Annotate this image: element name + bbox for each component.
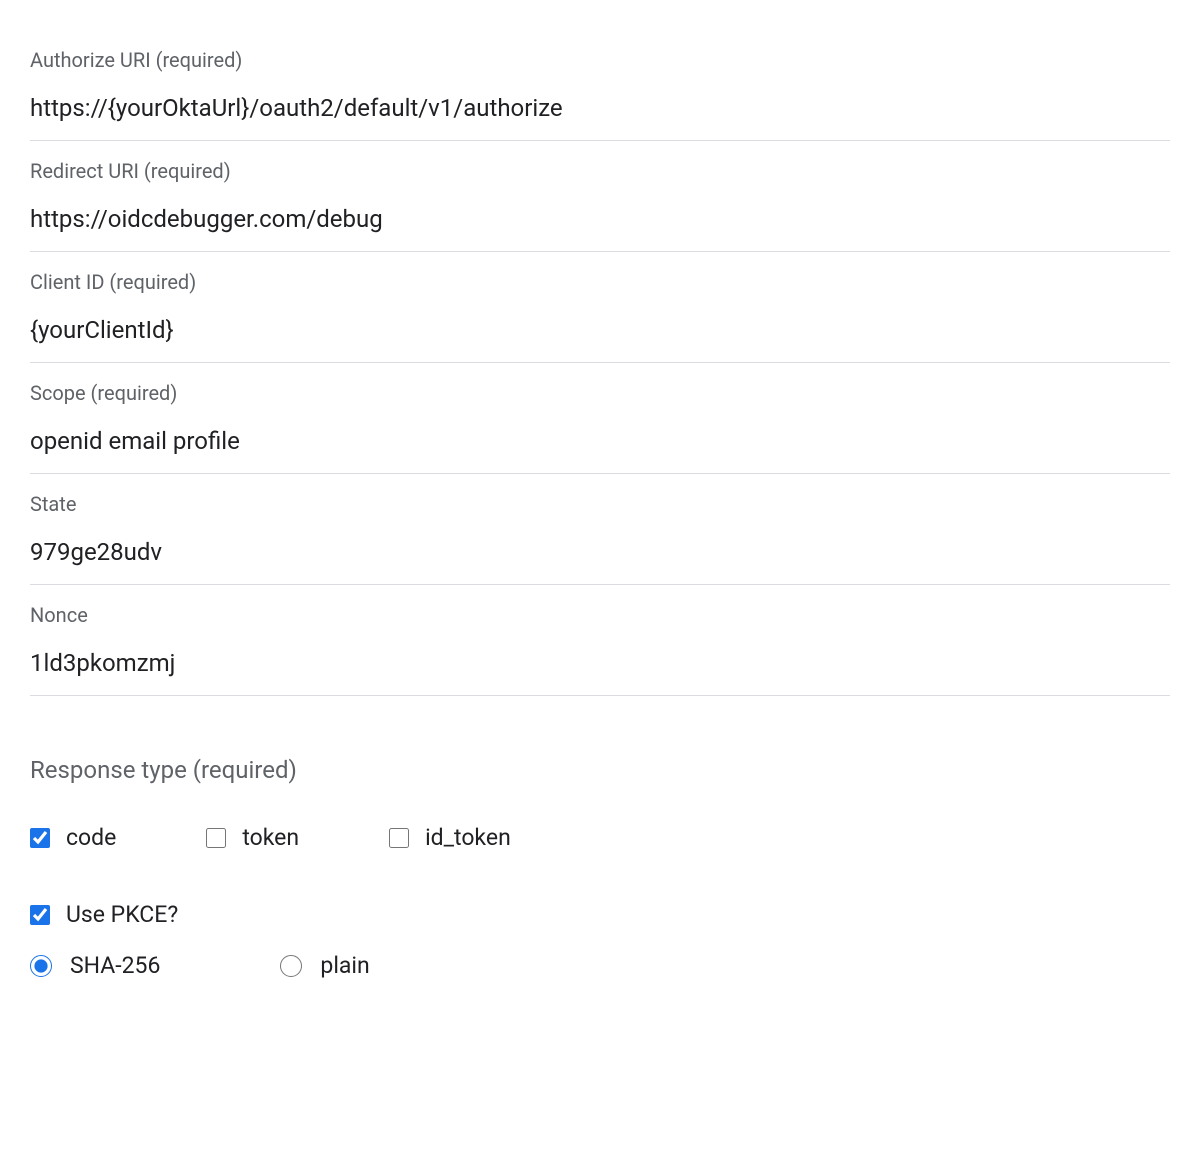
pkce-sha256-item: SHA-256 bbox=[30, 952, 160, 979]
response-type-token-checkbox[interactable] bbox=[206, 828, 226, 848]
state-field: State bbox=[30, 474, 1170, 585]
nonce-label: Nonce bbox=[30, 603, 1170, 627]
pkce-sha256-radio[interactable] bbox=[30, 955, 52, 977]
nonce-input[interactable] bbox=[30, 649, 1170, 677]
authorize-uri-field: Authorize URI (required) bbox=[30, 30, 1170, 141]
response-type-code-item: code bbox=[30, 824, 116, 851]
authorize-uri-label: Authorize URI (required) bbox=[30, 48, 1170, 72]
redirect-uri-label: Redirect URI (required) bbox=[30, 159, 1170, 183]
state-input[interactable] bbox=[30, 538, 1170, 566]
scope-input[interactable] bbox=[30, 427, 1170, 455]
pkce-plain-label[interactable]: plain bbox=[320, 952, 369, 979]
response-type-options: code token id_token bbox=[30, 824, 1170, 851]
pkce-method-options: SHA-256 plain bbox=[30, 952, 1170, 979]
response-type-code-checkbox[interactable] bbox=[30, 828, 50, 848]
client-id-input[interactable] bbox=[30, 316, 1170, 344]
response-type-heading: Response type (required) bbox=[30, 756, 1170, 784]
use-pkce-label[interactable]: Use PKCE? bbox=[66, 901, 178, 928]
use-pkce-row: Use PKCE? bbox=[30, 901, 1170, 928]
redirect-uri-input[interactable] bbox=[30, 205, 1170, 233]
response-type-token-label[interactable]: token bbox=[242, 824, 299, 851]
redirect-uri-field: Redirect URI (required) bbox=[30, 141, 1170, 252]
use-pkce-checkbox[interactable] bbox=[30, 905, 50, 925]
pkce-plain-item: plain bbox=[280, 952, 369, 979]
pkce-plain-radio[interactable] bbox=[280, 955, 302, 977]
scope-field: Scope (required) bbox=[30, 363, 1170, 474]
pkce-section: Use PKCE? SHA-256 plain bbox=[30, 901, 1170, 979]
client-id-label: Client ID (required) bbox=[30, 270, 1170, 294]
response-type-idtoken-label[interactable]: id_token bbox=[425, 824, 511, 851]
nonce-field: Nonce bbox=[30, 585, 1170, 696]
scope-label: Scope (required) bbox=[30, 381, 1170, 405]
response-type-idtoken-item: id_token bbox=[389, 824, 511, 851]
authorize-uri-input[interactable] bbox=[30, 94, 1170, 122]
response-type-token-item: token bbox=[206, 824, 299, 851]
response-type-code-label[interactable]: code bbox=[66, 824, 116, 851]
response-type-idtoken-checkbox[interactable] bbox=[389, 828, 409, 848]
client-id-field: Client ID (required) bbox=[30, 252, 1170, 363]
state-label: State bbox=[30, 492, 1170, 516]
pkce-sha256-label[interactable]: SHA-256 bbox=[70, 952, 160, 979]
